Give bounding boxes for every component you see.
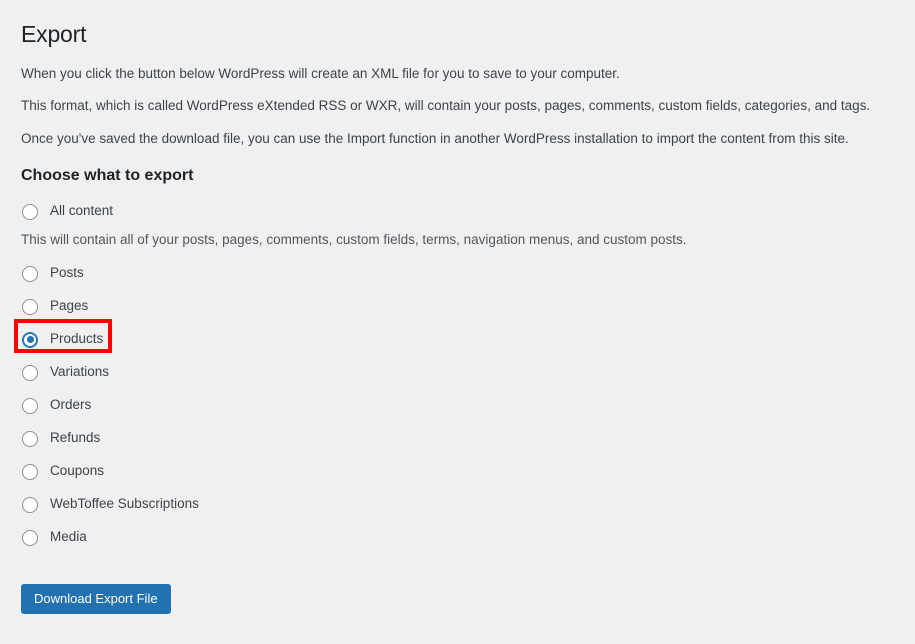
- all-content-description: This will contain all of your posts, pag…: [21, 232, 687, 247]
- radio-label-webtoffee-subscriptions: WebToffee Subscriptions: [50, 496, 199, 512]
- export-options-group: All content This will contain all of you…: [14, 200, 881, 559]
- radio-option-products[interactable]: Products: [14, 319, 881, 354]
- intro-paragraph-3: Once you've saved the download file, you…: [21, 130, 849, 146]
- radio-label-pages: Pages: [50, 298, 89, 314]
- intro-paragraph-1: When you click the button below WordPres…: [21, 66, 620, 81]
- radio-icon-posts[interactable]: [22, 265, 38, 282]
- export-page: Export When you click the button below W…: [0, 0, 915, 644]
- radio-icon-products[interactable]: [22, 331, 38, 348]
- section-title-choose-what-to-export: Choose what to export: [21, 167, 194, 184]
- radio-option-variations[interactable]: Variations: [21, 361, 881, 384]
- radio-label-posts: Posts: [50, 265, 84, 281]
- radio-label-all-content: All content: [50, 203, 114, 219]
- radio-option-webtoffee-subscriptions[interactable]: WebToffee Subscriptions: [21, 493, 881, 516]
- radio-option-pages[interactable]: Pages: [21, 295, 881, 318]
- radio-option-posts[interactable]: Posts: [21, 262, 881, 285]
- page-title: Export: [21, 21, 87, 47]
- radio-option-coupons[interactable]: Coupons: [21, 460, 881, 483]
- radio-label-refunds: Refunds: [50, 430, 101, 446]
- radio-icon-media[interactable]: [22, 529, 38, 546]
- intro-paragraph-2: This format, which is called WordPress e…: [21, 98, 871, 114]
- radio-icon-pages[interactable]: [22, 298, 38, 315]
- radio-option-orders[interactable]: Orders: [21, 394, 881, 417]
- radio-option-all-content[interactable]: All content: [21, 200, 881, 223]
- radio-option-media[interactable]: Media: [21, 526, 881, 549]
- radio-label-coupons: Coupons: [50, 463, 105, 479]
- radio-label-products: Products: [50, 331, 104, 347]
- radio-icon-variations[interactable]: [22, 364, 38, 381]
- download-export-file-button[interactable]: Download Export File: [21, 584, 171, 614]
- radio-icon-orders[interactable]: [22, 397, 38, 414]
- radio-label-media: Media: [50, 529, 87, 545]
- radio-label-orders: Orders: [50, 397, 92, 413]
- intro-text: When you click the button below WordPres…: [21, 64, 901, 149]
- radio-label-variations: Variations: [50, 364, 110, 380]
- radio-icon-all-content[interactable]: [22, 203, 38, 220]
- radio-icon-refunds[interactable]: [22, 430, 38, 447]
- radio-icon-coupons[interactable]: [22, 463, 38, 480]
- radio-option-refunds[interactable]: Refunds: [21, 427, 881, 450]
- radio-icon-webtoffee-subscriptions[interactable]: [22, 496, 38, 513]
